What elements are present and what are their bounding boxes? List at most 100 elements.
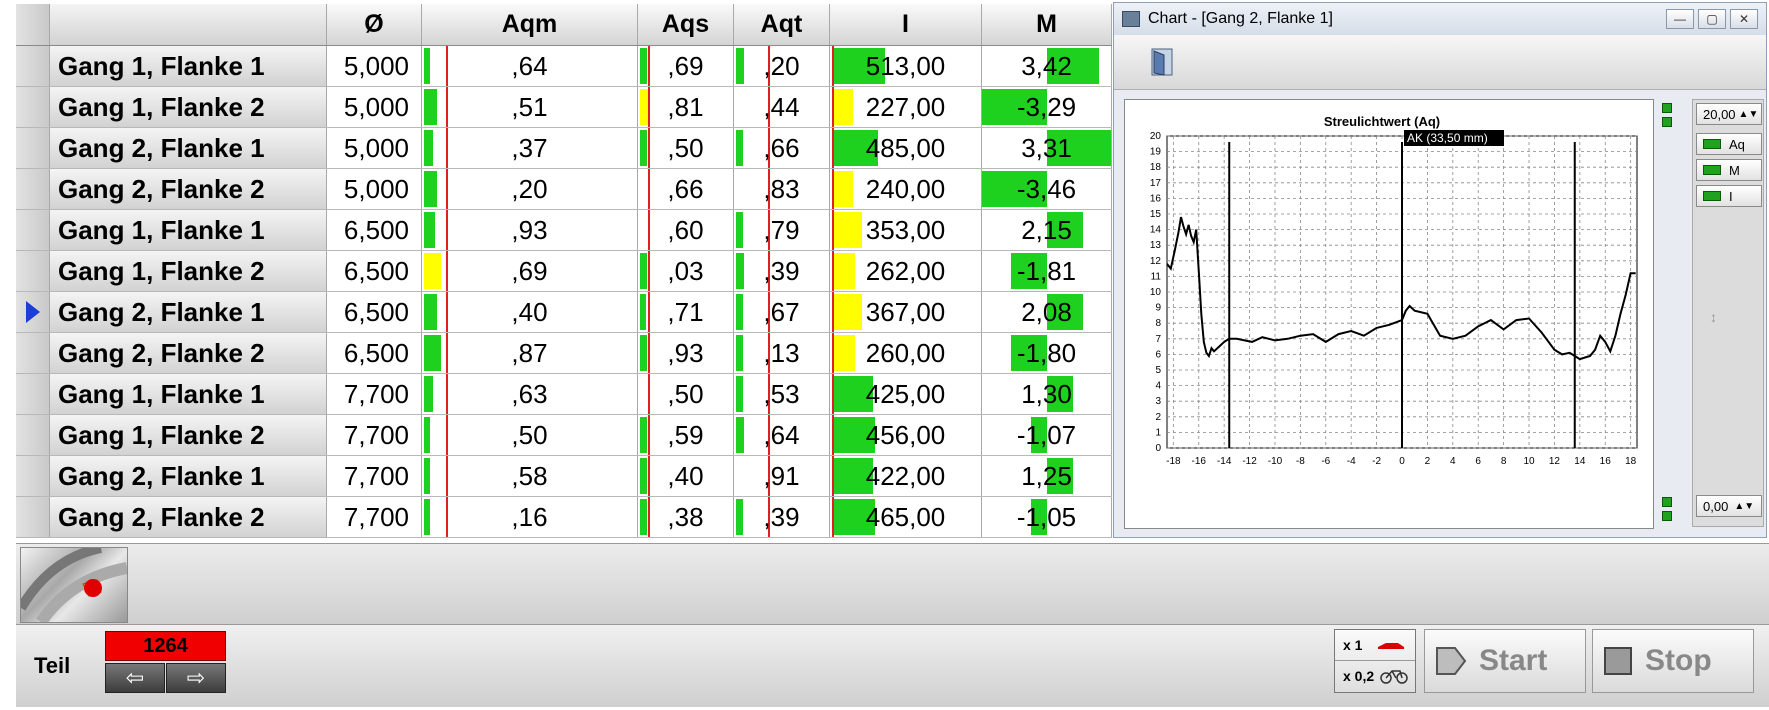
row-aqt[interactable]: ,39 — [734, 251, 830, 291]
row-i[interactable]: 513,00 — [830, 46, 982, 86]
row-diameter[interactable]: 7,700 — [327, 497, 422, 537]
row-aqm[interactable]: ,50 — [422, 415, 638, 455]
row-i[interactable]: 422,00 — [830, 456, 982, 496]
row-aqm[interactable]: ,51 — [422, 87, 638, 127]
splitter-handle[interactable]: ↕ — [1710, 309, 1717, 325]
header-diameter[interactable]: Ø — [327, 4, 422, 45]
row-name[interactable]: Gang 1, Flanke 2 — [50, 251, 327, 291]
row-m[interactable]: -3,46 — [982, 169, 1112, 209]
row-aqs[interactable]: ,59 — [638, 415, 734, 455]
row-selector[interactable] — [16, 210, 50, 250]
table-row[interactable]: Gang 2, Flanke 2 7,700 ,16 ,38 ,39 465,00 -1,0… — [16, 497, 1112, 538]
table-row[interactable]: Gang 2, Flanke 1 6,500 ,40 ,71 ,67 367,00 2,08 — [16, 292, 1112, 333]
row-aqt[interactable]: ,91 — [734, 456, 830, 496]
row-aqt[interactable]: ,20 — [734, 46, 830, 86]
row-m[interactable]: -1,81 — [982, 251, 1112, 291]
row-name[interactable]: Gang 1, Flanke 2 — [50, 415, 327, 455]
row-aqm[interactable]: ,37 — [422, 128, 638, 168]
row-aqs[interactable]: ,38 — [638, 497, 734, 537]
row-name[interactable]: Gang 2, Flanke 1 — [50, 456, 327, 496]
row-name[interactable]: Gang 2, Flanke 1 — [50, 128, 327, 168]
row-aqs[interactable]: ,03 — [638, 251, 734, 291]
header-i[interactable]: I — [830, 4, 982, 45]
chart-window[interactable]: Chart - [Gang 2, Flanke 1] — ▢ ✕ -18 -16-… — [1113, 2, 1767, 538]
table-row[interactable]: Gang 2, Flanke 2 5,000 ,20 ,66 ,83 240,00 -3,4… — [16, 169, 1112, 210]
row-diameter[interactable]: 6,500 — [327, 333, 422, 373]
table-row[interactable]: Gang 1, Flanke 2 6,500 ,69 ,03 ,39 262,00 -1,8… — [16, 251, 1112, 292]
row-aqs[interactable]: ,60 — [638, 210, 734, 250]
gear-thumbnail[interactable] — [20, 547, 128, 623]
row-selector[interactable] — [16, 497, 50, 537]
row-selector[interactable] — [16, 128, 50, 168]
row-selector[interactable] — [16, 374, 50, 414]
row-aqs[interactable]: ,50 — [638, 128, 734, 168]
row-i[interactable]: 456,00 — [830, 415, 982, 455]
stop-button[interactable]: Stop — [1592, 629, 1754, 693]
row-name[interactable]: Gang 2, Flanke 2 — [50, 169, 327, 209]
table-row[interactable]: Gang 2, Flanke 2 6,500 ,87 ,93 ,13 260,00 -1,8… — [16, 333, 1112, 374]
table-row[interactable]: Gang 1, Flanke 1 7,700 ,63 ,50 ,53 425,00 1,30 — [16, 374, 1112, 415]
chart-titlebar[interactable]: Chart - [Gang 2, Flanke 1] — ▢ ✕ — [1114, 3, 1766, 35]
table-row[interactable]: Gang 2, Flanke 1 5,000 ,37 ,50 ,66 485,00 3,31 — [16, 128, 1112, 169]
row-diameter[interactable]: 6,500 — [327, 251, 422, 291]
row-name[interactable]: Gang 1, Flanke 1 — [50, 210, 327, 250]
table-row[interactable]: Gang 1, Flanke 2 7,700 ,50 ,59 ,64 456,00 -1,0… — [16, 415, 1112, 456]
row-diameter[interactable]: 5,000 — [327, 87, 422, 127]
row-aqm[interactable]: ,40 — [422, 292, 638, 332]
legend-item-aq[interactable]: Aq — [1696, 133, 1762, 155]
row-aqs[interactable]: ,71 — [638, 292, 734, 332]
row-diameter[interactable]: 7,700 — [327, 456, 422, 496]
table-row[interactable]: Gang 1, Flanke 1 6,500 ,93 ,60 ,79 353,00 2,15 — [16, 210, 1112, 251]
row-diameter[interactable]: 5,000 — [327, 128, 422, 168]
legend-item-i[interactable]: I — [1696, 185, 1762, 207]
row-aqs[interactable]: ,66 — [638, 169, 734, 209]
row-diameter[interactable]: 5,000 — [327, 46, 422, 86]
header-aqt[interactable]: Aqt — [734, 4, 830, 45]
row-selector[interactable] — [16, 169, 50, 209]
row-name[interactable]: Gang 1, Flanke 1 — [50, 46, 327, 86]
row-aqm[interactable]: ,20 — [422, 169, 638, 209]
row-name[interactable]: Gang 2, Flanke 1 — [50, 292, 327, 332]
row-selector[interactable] — [16, 456, 50, 496]
row-m[interactable]: -1,07 — [982, 415, 1112, 455]
header-aqm[interactable]: Aqm — [422, 4, 638, 45]
row-m[interactable]: 2,15 — [982, 210, 1112, 250]
row-aqt[interactable]: ,83 — [734, 169, 830, 209]
row-diameter[interactable]: 7,700 — [327, 415, 422, 455]
row-aqs[interactable]: ,50 — [638, 374, 734, 414]
row-aqs[interactable]: ,40 — [638, 456, 734, 496]
row-i[interactable]: 262,00 — [830, 251, 982, 291]
row-aqt[interactable]: ,13 — [734, 333, 830, 373]
row-selector[interactable] — [16, 415, 50, 455]
row-aqm[interactable]: ,63 — [422, 374, 638, 414]
row-aqs[interactable]: ,81 — [638, 87, 734, 127]
start-button[interactable]: Start — [1424, 629, 1586, 693]
close-button[interactable]: ✕ — [1730, 9, 1758, 29]
speed-slow-option[interactable]: x 0,2 — [1335, 661, 1415, 691]
row-aqt[interactable]: ,67 — [734, 292, 830, 332]
next-part-button[interactable]: ⇨ — [166, 663, 226, 693]
row-i[interactable]: 367,00 — [830, 292, 982, 332]
row-m[interactable]: -1,05 — [982, 497, 1112, 537]
row-selector[interactable] — [16, 251, 50, 291]
row-m[interactable]: 1,30 — [982, 374, 1112, 414]
row-aqt[interactable]: ,39 — [734, 497, 830, 537]
row-name[interactable]: Gang 2, Flanke 2 — [50, 497, 327, 537]
row-m[interactable]: 3,31 — [982, 128, 1112, 168]
row-m[interactable]: -1,80 — [982, 333, 1112, 373]
door-exit-icon[interactable] — [1150, 47, 1176, 77]
row-i[interactable]: 260,00 — [830, 333, 982, 373]
row-selector[interactable] — [16, 292, 50, 332]
table-row[interactable]: Gang 1, Flanke 2 5,000 ,51 ,81 ,44 227,00 -3,2… — [16, 87, 1112, 128]
row-diameter[interactable]: 6,500 — [327, 292, 422, 332]
row-aqt[interactable]: ,66 — [734, 128, 830, 168]
header-m[interactable]: M — [982, 4, 1112, 45]
speed-fast-option[interactable]: x 1 — [1335, 630, 1415, 661]
row-aqm[interactable]: ,58 — [422, 456, 638, 496]
row-i[interactable]: 227,00 — [830, 87, 982, 127]
legend-item-m[interactable]: M — [1696, 159, 1762, 181]
row-m[interactable]: 2,08 — [982, 292, 1112, 332]
row-i[interactable]: 425,00 — [830, 374, 982, 414]
row-aqt[interactable]: ,64 — [734, 415, 830, 455]
row-aqm[interactable]: ,64 — [422, 46, 638, 86]
